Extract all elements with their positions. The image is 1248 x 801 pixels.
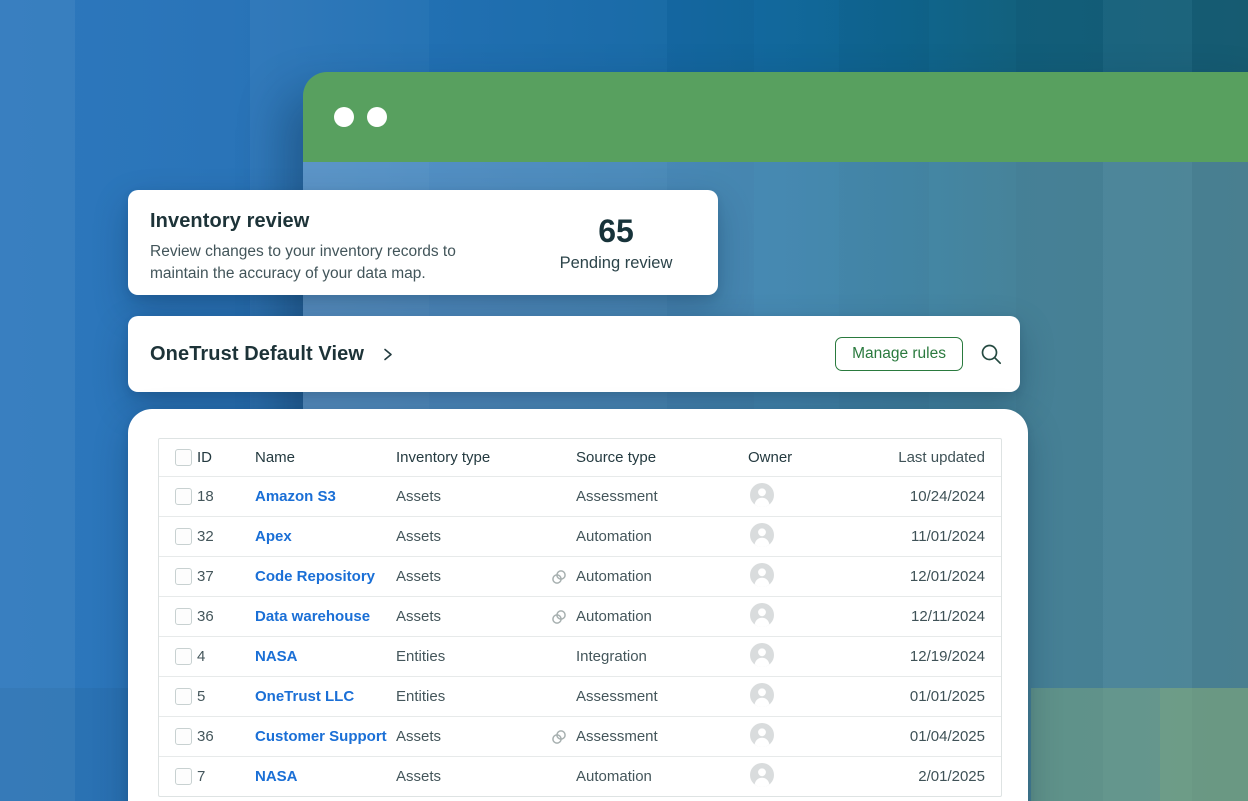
linked-rings-icon (550, 728, 568, 746)
cell-id: 37 (197, 568, 255, 585)
cell-last-updated: 10/24/2024 (866, 488, 1001, 505)
cell-inventory-type: Assets (396, 528, 550, 545)
column-header-inventory-type[interactable]: Inventory type (396, 449, 550, 466)
linked-rings-icon (550, 568, 568, 586)
inventory-table: ID Name Inventory type Source type Owner… (158, 438, 1002, 797)
window-titlebar (303, 72, 1248, 162)
cell-last-updated: 12/01/2024 (866, 568, 1001, 585)
cell-id: 5 (197, 688, 255, 705)
card-description: Review changes to your inventory records… (150, 241, 482, 285)
owner-avatar-icon (750, 723, 774, 747)
cell-id: 36 (197, 608, 255, 625)
table-body: 18 Amazon S3 Assets Assessment 10/24/202… (159, 476, 1001, 796)
chevron-right-icon[interactable] (380, 347, 395, 362)
background: Inventory review Review changes to your … (0, 0, 1248, 801)
table-row: 5 OneTrust LLC Entities Assessment 01/01… (159, 676, 1001, 716)
manage-rules-button[interactable]: Manage rules (835, 337, 963, 371)
pending-count: 65 (536, 213, 696, 250)
cell-inventory-type: Assets (396, 768, 550, 785)
cell-id: 36 (197, 728, 255, 745)
cell-source-type: Assessment (576, 728, 658, 745)
cell-id: 18 (197, 488, 255, 505)
inventory-review-card: Inventory review Review changes to your … (128, 190, 718, 295)
view-title: OneTrust Default View (150, 343, 364, 366)
row-checkbox[interactable] (175, 728, 192, 745)
row-name-link[interactable]: Customer Support (255, 728, 387, 745)
cell-last-updated: 01/04/2025 (866, 728, 1001, 745)
table-row: 36 Data warehouse Assets Automation 12/1… (159, 596, 1001, 636)
cell-inventory-type: Assets (396, 608, 550, 625)
cell-id: 4 (197, 648, 255, 665)
column-header-owner[interactable]: Owner (748, 449, 866, 466)
window-control-dot (334, 107, 354, 127)
row-name-link[interactable]: Code Repository (255, 568, 375, 585)
pending-count-label: Pending review (536, 254, 696, 273)
owner-avatar-icon (750, 763, 774, 787)
cell-inventory-type: Entities (396, 688, 550, 705)
table-row: 36 Customer Support Assets Assessment 01… (159, 716, 1001, 756)
cell-last-updated: 2/01/2025 (866, 768, 1001, 785)
cell-last-updated: 01/01/2025 (866, 688, 1001, 705)
owner-avatar-icon (750, 603, 774, 627)
row-name-link[interactable]: Apex (255, 528, 292, 545)
background-tile (0, 688, 128, 801)
row-name-link[interactable]: OneTrust LLC (255, 688, 354, 705)
row-checkbox[interactable] (175, 768, 192, 785)
background-tile (0, 0, 75, 801)
owner-avatar-icon (750, 523, 774, 547)
table-row: 7 NASA Assets Automation 2/01/2025 (159, 756, 1001, 796)
owner-avatar-icon (750, 563, 774, 587)
row-checkbox[interactable] (175, 568, 192, 585)
cell-source-type: Automation (576, 528, 652, 545)
cell-source-type: Assessment (576, 488, 658, 505)
table-row: 4 NASA Entities Integration 12/19/2024 (159, 636, 1001, 676)
column-header-source-type[interactable]: Source type (550, 449, 748, 466)
cell-source-type: Automation (576, 768, 652, 785)
column-header-name[interactable]: Name (255, 449, 396, 466)
row-name-link[interactable]: NASA (255, 648, 298, 665)
cell-source-type: Assessment (576, 688, 658, 705)
table-row: 37 Code Repository Assets Automation 12/… (159, 556, 1001, 596)
cell-inventory-type: Assets (396, 568, 550, 585)
cell-last-updated: 12/19/2024 (866, 648, 1001, 665)
owner-avatar-icon (750, 483, 774, 507)
owner-avatar-icon (750, 683, 774, 707)
row-name-link[interactable]: NASA (255, 768, 298, 785)
row-checkbox[interactable] (175, 608, 192, 625)
search-icon[interactable] (980, 343, 1003, 366)
table-row: 32 Apex Assets Automation 11/01/2024 (159, 516, 1001, 556)
table-row: 18 Amazon S3 Assets Assessment 10/24/202… (159, 476, 1001, 516)
window-control-dot (367, 107, 387, 127)
cell-id: 32 (197, 528, 255, 545)
row-name-link[interactable]: Amazon S3 (255, 488, 336, 505)
row-name-link[interactable]: Data warehouse (255, 608, 370, 625)
column-header-id[interactable]: ID (197, 449, 255, 466)
cell-source-type: Automation (576, 608, 652, 625)
linked-rings-icon (550, 608, 568, 626)
view-toolbar: OneTrust Default View Manage rules (128, 316, 1020, 392)
row-checkbox[interactable] (175, 488, 192, 505)
cell-source-type: Integration (576, 648, 647, 665)
row-checkbox[interactable] (175, 528, 192, 545)
cell-last-updated: 12/11/2024 (866, 608, 1001, 625)
inventory-table-panel: ID Name Inventory type Source type Owner… (128, 409, 1028, 801)
column-header-last-updated[interactable]: Last updated (866, 449, 1001, 466)
cell-inventory-type: Entities (396, 648, 550, 665)
pending-review-stat: 65 Pending review (536, 213, 696, 273)
table-header-row: ID Name Inventory type Source type Owner… (159, 439, 1001, 476)
row-checkbox[interactable] (175, 648, 192, 665)
row-checkbox[interactable] (175, 688, 192, 705)
cell-source-type: Automation (576, 568, 652, 585)
cell-last-updated: 11/01/2024 (866, 528, 1001, 545)
owner-avatar-icon (750, 643, 774, 667)
select-all-checkbox[interactable] (175, 449, 192, 466)
cell-id: 7 (197, 768, 255, 785)
cell-inventory-type: Assets (396, 728, 550, 745)
cell-inventory-type: Assets (396, 488, 550, 505)
